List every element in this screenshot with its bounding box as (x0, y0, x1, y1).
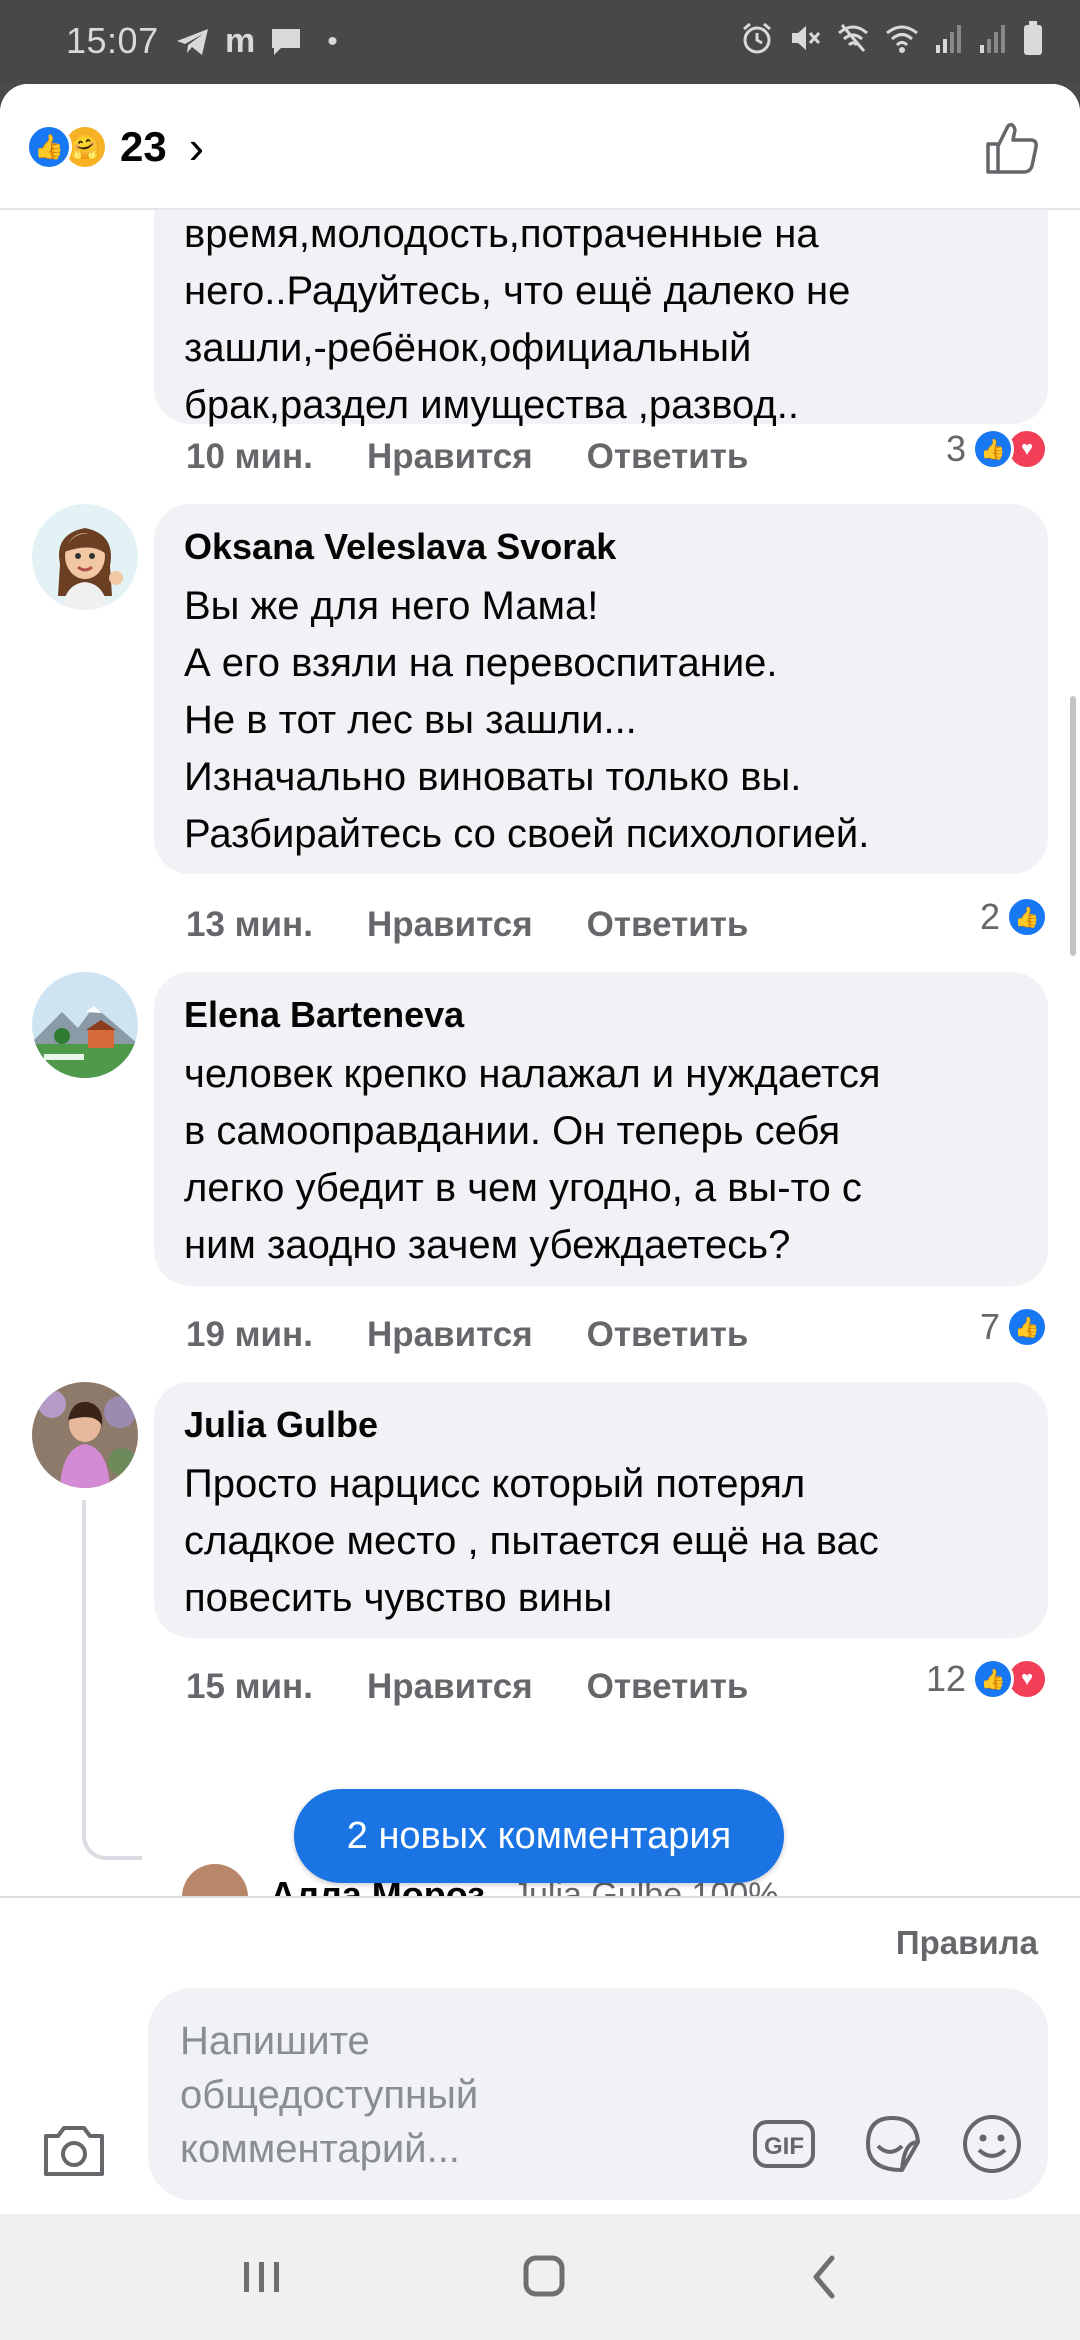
avatar[interactable] (32, 504, 138, 610)
comment-reaction-count: 2 (979, 896, 1000, 937)
comment-bubble[interactable]: восстановление эмоционального выгорания,… (154, 210, 1048, 427)
reactions-summary[interactable]: 👍 🤗 23 › (26, 120, 204, 174)
status-bar: 15:07 m • (0, 0, 1080, 84)
scrollbar[interactable] (1070, 696, 1076, 956)
comment-author[interactable]: Elena Barteneva (184, 994, 1018, 1036)
reply-link[interactable]: Ответить (587, 1667, 749, 1707)
alarm-icon (743, 22, 771, 54)
reply-thread-curve (82, 1820, 142, 1860)
new-comments-button[interactable]: 2 новых комментария (294, 1789, 784, 1883)
reactions-header: 👍 🤗 23 › (0, 84, 1080, 210)
avatar-image (32, 972, 138, 1078)
notification-icons: m • (175, 22, 338, 61)
comment-reactions[interactable]: 12 👍 ♥ (926, 1658, 1048, 1700)
comment-author[interactable]: Oksana Veleslava Svorak (184, 526, 1018, 568)
wifi-icon (886, 25, 918, 53)
battery-icon (1024, 21, 1042, 55)
comments-list[interactable]: восстановление эмоционального выгорания,… (0, 210, 1080, 1896)
comment-composer: Правила Напишите общедоступный комментар… (0, 1896, 1080, 2214)
avatar-image (32, 504, 138, 610)
comment-time[interactable]: 19 мин. (186, 1315, 313, 1355)
mute-icon (792, 26, 821, 50)
comment-text: восстановление эмоционального выгорания,… (184, 212, 851, 427)
signal-icon (936, 25, 961, 53)
reply-link[interactable]: Ответить (587, 1315, 749, 1355)
rules-link[interactable]: Правила (896, 1924, 1038, 1962)
comment-bubble[interactable]: Elena Barteneva человек крепко налажал и… (154, 972, 1048, 1286)
comment-text: Вы же для него Мама! А его взяли на пере… (184, 584, 870, 856)
comment-reactions[interactable]: 2 👍 (980, 896, 1048, 938)
like-reaction-icon: 👍 (1006, 896, 1048, 938)
m-icon: m (225, 22, 256, 60)
like-reaction-icon: 👍 (1006, 1306, 1048, 1348)
comment-reactions[interactable]: 3 👍 ♥ (946, 428, 1048, 470)
comment-bubble[interactable]: Oksana Veleslava Svorak Вы же для него М… (154, 504, 1048, 874)
comment-placeholder: Напишите общедоступный комментарий... (180, 2019, 479, 2171)
camera-icon[interactable] (40, 2120, 108, 2180)
comment-input[interactable]: Напишите общедоступный комментарий... GI… (148, 1988, 1048, 2200)
comment-reaction-count: 12 (925, 1658, 966, 1699)
reply-thread-line (82, 1500, 86, 1840)
recent-apps-button[interactable] (232, 2252, 292, 2302)
android-nav-bar (0, 2214, 1080, 2340)
like-link[interactable]: Нравится (367, 905, 533, 945)
comment-meta: 15 мин. Нравится Ответить (186, 1662, 802, 1712)
avatar (182, 1864, 248, 1896)
wifi-off-icon (838, 24, 868, 52)
like-link[interactable]: Нравится (367, 1315, 533, 1355)
gif-button[interactable]: GIF (752, 2112, 816, 2176)
comment-time[interactable]: 15 мин. (186, 1667, 313, 1707)
home-button[interactable] (514, 2252, 574, 2302)
dot-icon: • (327, 24, 338, 58)
like-reaction-icon: 👍 (972, 428, 1014, 470)
like-post-button[interactable] (982, 118, 1042, 178)
comment-author[interactable]: Julia Gulbe (184, 1404, 1018, 1446)
status-time: 15:07 (66, 20, 159, 61)
comment-meta: 19 мин. Нравится Ответить (186, 1310, 802, 1360)
back-button[interactable] (796, 2252, 856, 2302)
comment-reaction-count: 3 (945, 428, 966, 469)
reply-link[interactable]: Ответить (587, 905, 749, 945)
system-icons (740, 20, 1044, 56)
comments-sheet: 👍 🤗 23 › восстановление эмоционального в… (0, 84, 1080, 2214)
comment-reactions[interactable]: 7 👍 (980, 1306, 1048, 1348)
comment-time[interactable]: 10 мин. (186, 437, 313, 477)
avatar[interactable] (32, 1382, 138, 1488)
message-icon (272, 28, 301, 55)
like-link[interactable]: Нравится (367, 437, 533, 477)
avatar[interactable] (32, 972, 138, 1078)
like-link[interactable]: Нравится (367, 1667, 533, 1707)
comment-time[interactable]: 13 мин. (186, 905, 313, 945)
reaction-count: 23 (120, 123, 167, 170)
avatar-image (32, 1382, 138, 1488)
telegram-icon (177, 28, 208, 55)
comment-meta: 13 мин. Нравится Ответить (186, 900, 802, 950)
comment-meta: 10 мин. Нравится Ответить (186, 432, 802, 482)
signal-icon (980, 25, 1005, 53)
gif-label: GIF (764, 2133, 804, 2160)
chevron-right-icon: › (188, 121, 205, 173)
comment-text: Просто нарцисс который потерял сладкое м… (184, 1462, 879, 1620)
emoji-icon[interactable] (960, 2112, 1024, 2176)
comment-reaction-count: 7 (979, 1306, 1000, 1347)
like-reaction-icon: 👍 (972, 1658, 1014, 1700)
reply-link[interactable]: Ответить (587, 437, 749, 477)
comment-text: человек крепко налажал и нуждается в сам… (184, 1052, 881, 1267)
like-reaction-icon: 👍 (26, 124, 72, 170)
sticker-icon[interactable] (860, 2112, 924, 2176)
comment-bubble[interactable]: Julia Gulbe Просто нарцисс который потер… (154, 1382, 1048, 1638)
